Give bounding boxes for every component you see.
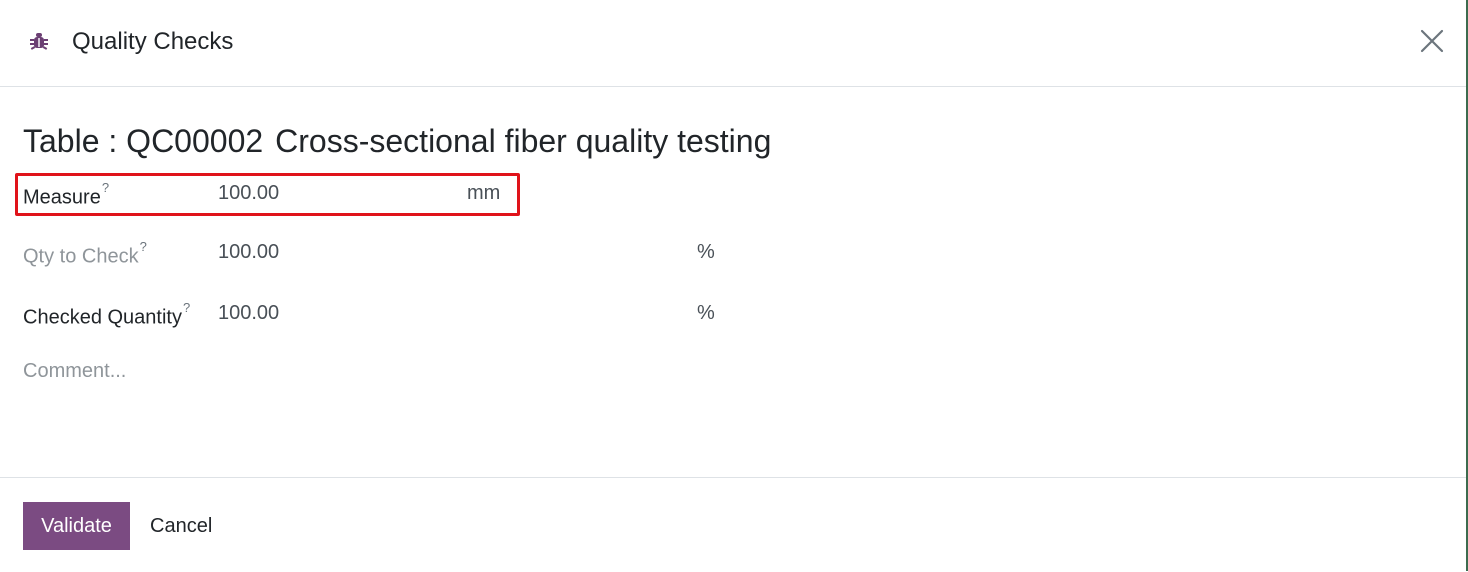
- help-tooltip-icon[interactable]: ?: [183, 300, 190, 315]
- record-title: Table : QC00002 Cross-sectional fiber qua…: [23, 121, 771, 161]
- help-tooltip-icon[interactable]: ?: [140, 239, 147, 254]
- measure-row: Measure? 100.00 mm: [23, 178, 743, 209]
- product-name: Table :: [23, 123, 118, 159]
- measure-input[interactable]: 100.00: [218, 181, 279, 205]
- check-title: Cross-sectional fiber quality testing: [275, 123, 772, 159]
- comment-input[interactable]: [23, 359, 623, 383]
- cancel-button[interactable]: Cancel: [140, 502, 222, 550]
- checked-quantity-input[interactable]: 100.00: [218, 301, 279, 325]
- qty-to-check-unit: %: [697, 241, 715, 263]
- bug-icon: [29, 31, 49, 51]
- check-reference: QC00002: [126, 123, 264, 159]
- dialog-header: Quality Checks: [0, 0, 1466, 87]
- validate-button[interactable]: Validate: [23, 502, 130, 550]
- qty-to-check-row: Qty to Check? 100.00 %: [23, 237, 743, 268]
- measure-label: Measure?: [23, 180, 110, 209]
- dialog-footer: Validate Cancel: [0, 477, 1466, 572]
- dialog-title: Quality Checks: [72, 28, 234, 55]
- dialog-body: Table : QC00002 Cross-sectional fiber qua…: [0, 87, 1466, 477]
- checked-quantity-unit: %: [697, 302, 715, 324]
- close-icon[interactable]: [1420, 29, 1444, 53]
- quality-checks-dialog: Quality Checks Table : QC00002 Cross-sect…: [0, 0, 1468, 571]
- help-tooltip-icon[interactable]: ?: [102, 180, 109, 195]
- checked-quantity-row: Checked Quantity? 100.00 %: [23, 298, 743, 329]
- checked-quantity-label: Checked Quantity?: [23, 300, 191, 329]
- qty-to-check-label: Qty to Check?: [23, 239, 147, 268]
- measure-unit: mm: [467, 182, 501, 204]
- qty-to-check-value: 100.00: [218, 241, 280, 263]
